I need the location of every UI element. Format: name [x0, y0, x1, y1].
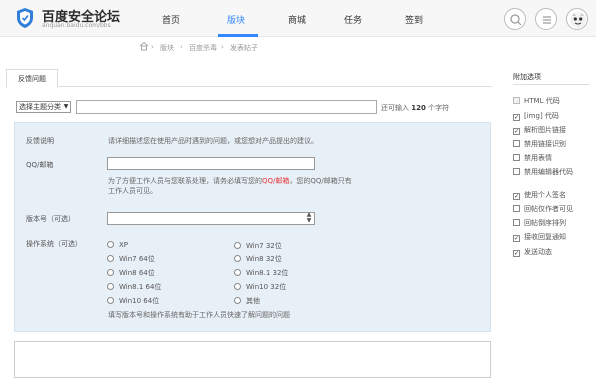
sidebar-option[interactable]: ✓ 使用个人签名: [513, 190, 566, 200]
os-label: 操作系统（可选）: [26, 240, 82, 248]
os-radio-xp[interactable]: XP: [107, 241, 128, 249]
radio-icon[interactable]: [234, 242, 241, 249]
breadcrumb-separator: ›: [151, 43, 154, 51]
post-content-editor[interactable]: [14, 341, 491, 378]
remaining-chars-counter: 还可输入 120 个字符: [381, 104, 450, 112]
sidebar-title: 附加选项: [513, 73, 541, 81]
sidebar-option-label: 回帖倒序排列: [524, 219, 566, 227]
contact-hint-line2: 工作人员可见。: [108, 187, 157, 195]
breadcrumb-item-new-post: 发表帖子: [230, 44, 258, 52]
radio-icon[interactable]: [234, 269, 241, 276]
sidebar-option[interactable]: 禁用编辑器代码: [513, 167, 573, 177]
version-label: 版本号（可选）: [26, 215, 75, 223]
contact-input[interactable]: [107, 157, 315, 170]
checkbox-icon[interactable]: [513, 154, 520, 161]
feedback-description-label: 反馈说明: [26, 137, 54, 145]
radio-icon[interactable]: [107, 255, 114, 262]
sidebar-option-label: 解析图片链接: [524, 126, 566, 134]
sidebar-option[interactable]: HTML 代码: [513, 96, 560, 106]
checkbox-icon[interactable]: [513, 168, 520, 175]
feedback-description-text: 请详细描述您在使用产品时遇到的问题，或您想对产品提出的建议。: [108, 137, 318, 145]
breadcrumb-separator: ›: [180, 43, 183, 51]
sidebar-option-label: 禁用编辑器代码: [524, 168, 573, 176]
post-type-tab-bar: [14, 67, 492, 87]
search-icon[interactable]: [504, 8, 526, 30]
sidebar-option[interactable]: ✓ [img] 代码: [513, 111, 559, 121]
sidebar-option-label: 禁用链接识别: [524, 140, 566, 148]
sidebar-option[interactable]: 禁用表情: [513, 153, 552, 163]
checkbox-icon[interactable]: [513, 140, 520, 147]
radio-icon[interactable]: [107, 283, 114, 290]
home-icon[interactable]: [139, 41, 149, 51]
sidebar-option[interactable]: 禁用链接识别: [513, 139, 566, 149]
tab-feedback[interactable]: 反馈问题: [6, 69, 58, 88]
nav-forums[interactable]: 版块: [227, 13, 245, 26]
sidebar-option[interactable]: 回帖倒序排列: [513, 218, 566, 228]
os-radio-win7-32[interactable]: Win7 32位: [234, 241, 282, 251]
checkbox-icon[interactable]: [513, 205, 520, 212]
radio-icon[interactable]: [234, 255, 241, 262]
sidebar-option-label: 发送动态: [524, 248, 552, 256]
os-note: 填写版本号和操作系统有助于工作人员快速了解问题的问题: [108, 311, 290, 319]
os-radio-win8-32[interactable]: Win8 32位: [234, 254, 282, 264]
radio-icon[interactable]: [234, 283, 241, 290]
menu-icon[interactable]: [535, 8, 557, 30]
radio-icon[interactable]: [107, 241, 114, 248]
nav-tasks[interactable]: 任务: [344, 13, 362, 26]
breadcrumb-item-baidu-antivirus[interactable]: 百度杀毒: [189, 43, 217, 53]
sidebar-option-label: [img] 代码: [524, 112, 559, 120]
breadcrumb-separator: ›: [221, 43, 224, 51]
sidebar-option-label: 接收回复通知: [524, 233, 566, 241]
chevron-down-icon[interactable]: ▼: [62, 102, 70, 112]
stepper-arrows-icon[interactable]: ▲ ▼: [303, 212, 315, 225]
radio-icon[interactable]: [107, 269, 114, 276]
checkbox-checked-icon[interactable]: ✓: [513, 128, 520, 135]
active-nav-indicator: [218, 34, 258, 37]
checkbox-icon[interactable]: [513, 97, 520, 104]
user-avatar-icon[interactable]: [566, 8, 588, 30]
contact-hint: 为了方便工作人员与您联系处理，请务必填写您的QQ/邮箱，您的QQ/邮箱只有: [108, 177, 352, 185]
checkbox-checked-icon[interactable]: ✓: [513, 114, 520, 121]
nav-home[interactable]: 首页: [162, 13, 180, 26]
sidebar-option-label: 回帖仅作者可见: [524, 205, 573, 213]
nav-checkin[interactable]: 签到: [405, 13, 423, 26]
checkbox-checked-icon[interactable]: ✓: [513, 235, 520, 242]
checkbox-checked-icon[interactable]: ✓: [513, 193, 520, 200]
version-number-input[interactable]: [107, 212, 315, 225]
os-radio-win81-32[interactable]: Win8.1 32位: [234, 268, 288, 278]
radio-icon[interactable]: [234, 297, 241, 304]
shield-logo-icon[interactable]: [15, 7, 35, 29]
os-radio-win7-64[interactable]: Win7 64位: [107, 254, 155, 264]
os-radio-win8-64[interactable]: Win8 64位: [107, 268, 155, 278]
sidebar-option-label: HTML 代码: [524, 97, 560, 105]
sidebar-option[interactable]: ✓ 发送动态: [513, 247, 552, 257]
sidebar-option-label: 禁用表情: [524, 154, 552, 162]
contact-label: QQ/邮箱: [26, 161, 54, 169]
sidebar-option[interactable]: ✓ 解析图片链接: [513, 125, 566, 135]
os-radio-win10-64[interactable]: Win10 64位: [107, 296, 159, 306]
os-radio-win10-32[interactable]: Win10 32位: [234, 282, 286, 292]
sidebar-option[interactable]: 回帖仅作者可见: [513, 204, 573, 214]
breadcrumb-item-forums[interactable]: 版块: [160, 43, 174, 53]
os-radio-other[interactable]: 其他: [234, 296, 260, 306]
site-logo-subtitle: anquan.baidu.com/bbs: [42, 22, 111, 29]
post-title-input[interactable]: [76, 100, 377, 114]
checkbox-checked-icon[interactable]: ✓: [513, 250, 520, 257]
sidebar-option[interactable]: ✓ 接收回复通知: [513, 232, 566, 242]
sidebar-divider: [513, 84, 589, 85]
os-radio-win81-64[interactable]: Win8.1 64位: [107, 282, 161, 292]
sidebar-option-label: 使用个人签名: [524, 191, 566, 199]
checkbox-icon[interactable]: [513, 219, 520, 226]
nav-shop[interactable]: 商城: [288, 13, 306, 26]
radio-icon[interactable]: [107, 297, 114, 304]
